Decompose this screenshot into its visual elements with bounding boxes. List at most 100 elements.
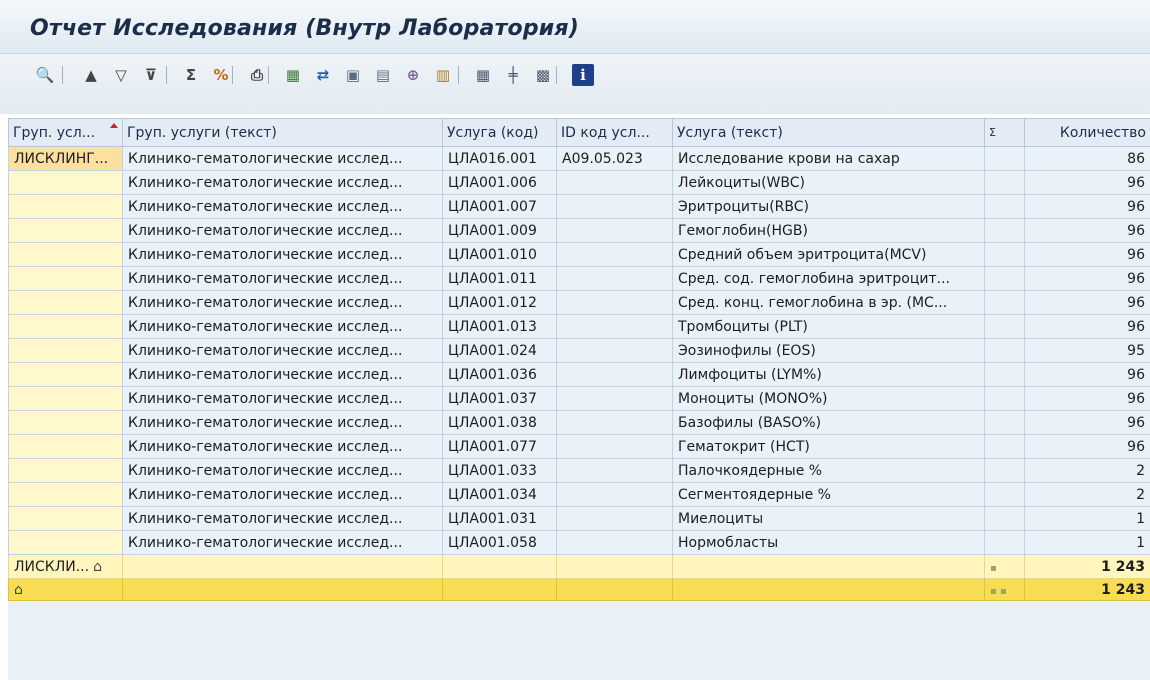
filter-delete-icon[interactable]: ⊽ — [140, 64, 162, 86]
cell-service-text[interactable]: Сред. конц. гемоглобина в эр. (МС... — [672, 290, 985, 315]
cell-service-text[interactable]: Средний объем эритроцита(MCV) — [672, 242, 985, 267]
cell-service-code[interactable]: ЦЛА001.031 — [442, 506, 557, 531]
cell-service-id[interactable] — [556, 314, 673, 339]
cell-quantity[interactable]: 1 — [1024, 530, 1150, 555]
cell-service-code[interactable]: ЦЛА001.006 — [442, 170, 557, 195]
cell-service-code[interactable]: ЦЛА001.010 — [442, 242, 557, 267]
table-row[interactable]: Клинико-гематологические исслед... ЦЛА001… — [8, 170, 1150, 195]
table-row[interactable]: Клинико-гематологические исслед... ЦЛА001… — [8, 506, 1150, 531]
cell-group[interactable] — [8, 338, 123, 363]
table-row[interactable]: ЛИСКЛИНГ... Клинико-гематологические иссл… — [8, 146, 1150, 171]
cell-quantity[interactable]: 96 — [1024, 314, 1150, 339]
layout-icon[interactable]: ▤ — [372, 64, 394, 86]
table-row[interactable]: Клинико-гематологические исслед... ЦЛА001… — [8, 458, 1150, 483]
table-row[interactable]: Клинико-гематологические исслед... ЦЛА001… — [8, 314, 1150, 339]
save-layout-icon[interactable]: ▩ — [532, 64, 554, 86]
cell-group[interactable] — [8, 506, 123, 531]
cell-sum[interactable] — [984, 194, 1025, 219]
cell-service-code[interactable]: ЦЛА001.009 — [442, 218, 557, 243]
column-header-group[interactable]: Груп. усл... — [8, 118, 123, 147]
cell-group[interactable] — [8, 458, 123, 483]
cell-service-code[interactable]: ЦЛА001.058 — [442, 530, 557, 555]
cell-service-code[interactable]: ЦЛА001.013 — [442, 314, 557, 339]
cell-service-id[interactable] — [556, 482, 673, 507]
cell-quantity[interactable]: 2 — [1024, 458, 1150, 483]
cell-service-id[interactable] — [556, 458, 673, 483]
column-header-service-code[interactable]: Услуга (код) — [442, 118, 557, 147]
cell-quantity[interactable]: 96 — [1024, 194, 1150, 219]
table-row[interactable]: Клинико-гематологические исслед... ЦЛА001… — [8, 482, 1150, 507]
cell-service-id[interactable] — [556, 242, 673, 267]
sort-ascending-icon[interactable]: ▲ — [80, 64, 102, 86]
table-row[interactable]: Клинико-гематологические исслед... ЦЛА001… — [8, 338, 1150, 363]
cell-quantity[interactable]: 96 — [1024, 386, 1150, 411]
cell-group[interactable] — [8, 386, 123, 411]
cell-quantity[interactable]: 96 — [1024, 362, 1150, 387]
cell-service-id[interactable] — [556, 290, 673, 315]
cell-sum[interactable] — [984, 482, 1025, 507]
cell-service-text[interactable]: Сегментоядерные % — [672, 482, 985, 507]
cell-service-text[interactable]: Гемоглобин(HGB) — [672, 218, 985, 243]
column-header-service-text[interactable]: Услуга (текст) — [672, 118, 985, 147]
cell-service-id[interactable] — [556, 338, 673, 363]
table-row[interactable]: Клинико-гематологические исслед... ЦЛА001… — [8, 410, 1150, 435]
cell-sum[interactable] — [984, 266, 1025, 291]
cell-service-code[interactable]: ЦЛА001.036 — [442, 362, 557, 387]
table-row[interactable]: Клинико-гематологические исслед... ЦЛА001… — [8, 530, 1150, 555]
cell-group-text[interactable]: Клинико-гематологические исслед... — [122, 434, 443, 459]
column-header-service-id[interactable]: ID код усл... — [556, 118, 673, 147]
subtotal-icon[interactable]: % — [210, 64, 232, 86]
cell-service-text[interactable]: Моноциты (MONO%) — [672, 386, 985, 411]
cell-sum[interactable] — [984, 386, 1025, 411]
cell-group-text[interactable]: Клинико-гематологические исслед... — [122, 410, 443, 435]
table-row[interactable]: Клинико-гематологические исслед... ЦЛА001… — [8, 242, 1150, 267]
cell-service-id[interactable] — [556, 410, 673, 435]
export-excel-icon[interactable]: ▦ — [282, 64, 304, 86]
change-layout-icon[interactable]: ╪ — [502, 64, 524, 86]
cell-group[interactable] — [8, 266, 123, 291]
cell-service-text[interactable]: Лейкоциты(WBC) — [672, 170, 985, 195]
cell-service-id[interactable] — [556, 218, 673, 243]
cell-group-text[interactable]: Клинико-гематологические исслед... — [122, 146, 443, 171]
cell-sum[interactable] — [984, 410, 1025, 435]
cell-sum[interactable] — [984, 314, 1025, 339]
cell-group-text[interactable]: Клинико-гематологические исслед... — [122, 530, 443, 555]
table-row[interactable]: Клинико-гематологические исслед... ЦЛА001… — [8, 386, 1150, 411]
cell-sum[interactable] — [984, 434, 1025, 459]
cell-service-code[interactable]: ЦЛА001.077 — [442, 434, 557, 459]
cell-sum[interactable] — [984, 146, 1025, 171]
cell-sum[interactable] — [984, 218, 1025, 243]
cell-group-text[interactable]: Клинико-гематологические исслед... — [122, 266, 443, 291]
cell-quantity[interactable]: 86 — [1024, 146, 1150, 171]
cell-group[interactable] — [8, 410, 123, 435]
sum-icon[interactable]: Σ — [180, 64, 202, 86]
cell-service-code[interactable]: ЦЛА001.011 — [442, 266, 557, 291]
cell-group[interactable] — [8, 362, 123, 387]
choose-layout-icon[interactable]: ▦ — [472, 64, 494, 86]
cell-service-text[interactable]: Гематокрит (HCT) — [672, 434, 985, 459]
cell-service-text[interactable]: Тромбоциты (PLT) — [672, 314, 985, 339]
cell-group[interactable] — [8, 314, 123, 339]
cell-group[interactable] — [8, 194, 123, 219]
cell-quantity[interactable]: 2 — [1024, 482, 1150, 507]
cell-group-text[interactable]: Клинико-гематологические исслед... — [122, 290, 443, 315]
cell-group-text[interactable]: Клинико-гематологические исслед... — [122, 218, 443, 243]
cell-service-text[interactable]: Лимфоциты (LYM%) — [672, 362, 985, 387]
cell-sum[interactable] — [984, 290, 1025, 315]
cell-sum[interactable] — [984, 530, 1025, 555]
cell-sum[interactable] — [984, 362, 1025, 387]
cell-service-text[interactable]: Исследование крови на сахар — [672, 146, 985, 171]
cell-group-text[interactable]: Клинико-гематологические исслед... — [122, 386, 443, 411]
cell-group[interactable] — [8, 170, 123, 195]
cell-group[interactable] — [8, 530, 123, 555]
export-local-icon[interactable]: ▣ — [342, 64, 364, 86]
cell-service-text[interactable]: Базофилы (BASO%) — [672, 410, 985, 435]
information-icon[interactable]: i — [572, 64, 594, 86]
table-row[interactable]: Клинико-гематологические исслед... ЦЛА001… — [8, 290, 1150, 315]
cell-quantity[interactable]: 1 — [1024, 506, 1150, 531]
cell-quantity[interactable]: 96 — [1024, 434, 1150, 459]
cell-service-id[interactable] — [556, 170, 673, 195]
cell-quantity[interactable]: 96 — [1024, 242, 1150, 267]
cell-sum[interactable] — [984, 170, 1025, 195]
cell-quantity[interactable]: 96 — [1024, 218, 1150, 243]
